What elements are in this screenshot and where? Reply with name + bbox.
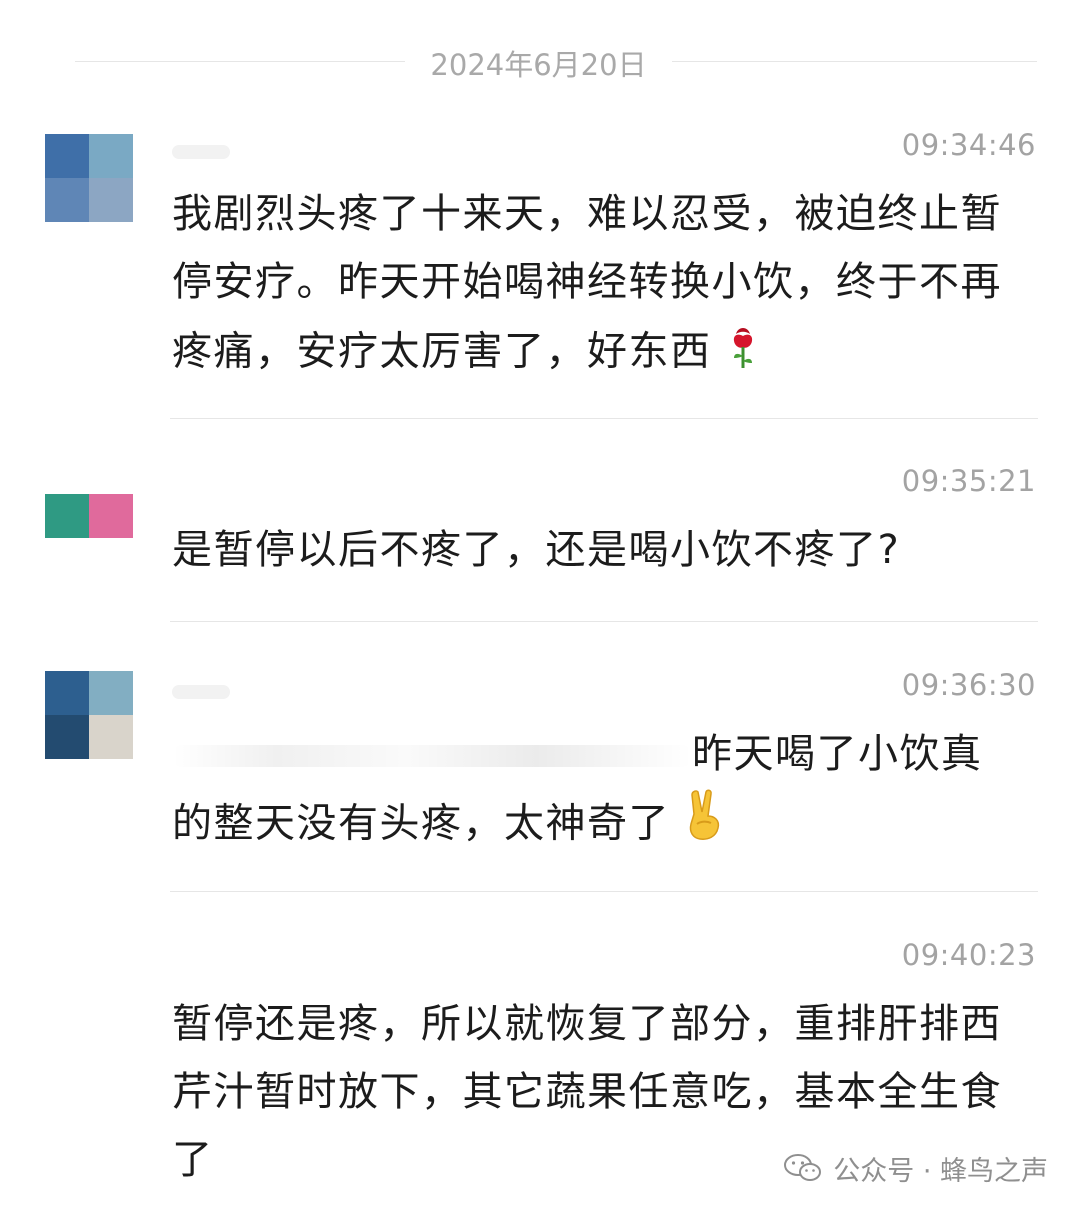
avatar-3[interactable] [45,671,133,759]
date-label: 2024年6月20日 [430,48,647,82]
message-body: 是暂停以后不疼了，还是喝小饮不疼了? [172,527,901,573]
watermark: 公众号 · 蜂鸟之声 [783,1148,1048,1188]
message-text: 是暂停以后不疼了，还是喝小饮不疼了? [172,516,1012,584]
message-text: 昨天喝了小饮真的整天没有头疼，太神奇了 [172,720,1012,863]
avatar-tile [89,134,133,178]
message-time: 09:34:46 [901,128,1036,162]
avatar-tile [89,715,133,759]
date-divider-left [75,61,405,62]
message-time: 09:35:21 [901,464,1036,498]
avatar-tile [45,134,89,178]
avatar-tile [45,178,89,222]
avatar-1[interactable] [45,134,133,222]
victory-hand-emoji [684,788,728,863]
avatar-tile [45,671,89,715]
date-divider-right [672,61,1037,62]
redacted-text [172,745,692,767]
rose-emoji [726,316,760,391]
date-separator: 2024年6月20日 [0,40,1080,84]
message-divider [170,418,1038,419]
avatar-2[interactable] [45,494,133,538]
message-time: 09:40:23 [901,938,1036,972]
avatar-tile [45,715,89,759]
sender-name-redacted [172,145,230,159]
message-body: 我剧烈头疼了十来天，难以忍受，被迫终止暂停安疗。昨天开始喝神经转换小饮，终于不再… [172,191,1002,375]
avatar-tile [45,494,89,538]
message-divider [170,621,1038,622]
wechat-icon [783,1152,823,1184]
avatar-tile [89,178,133,222]
message-divider [170,891,1038,892]
avatar-tile [89,494,133,538]
message-time: 09:36:30 [901,668,1036,702]
watermark-label: 公众号 · 蜂鸟之声 [833,1155,1048,1187]
message-text: 我剧烈头疼了十来天，难以忍受，被迫终止暂停安疗。昨天开始喝神经转换小饮，终于不再… [172,180,1012,391]
sender-name-redacted [172,685,230,699]
avatar-tile [89,671,133,715]
